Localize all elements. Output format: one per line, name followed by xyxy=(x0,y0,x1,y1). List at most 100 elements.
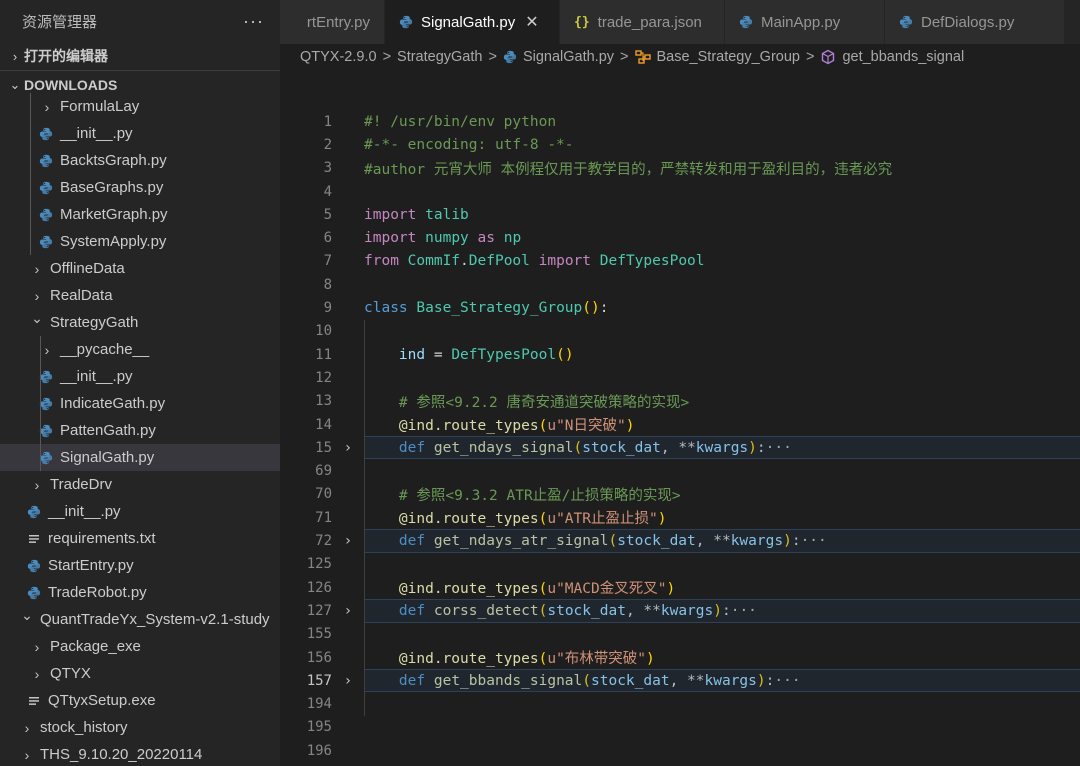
tree-folder[interactable]: › FormulaLay xyxy=(0,93,280,120)
code-line[interactable]: 6 import numpy as np xyxy=(280,227,1080,250)
code-line[interactable]: 127 › def corss_detect(stock_dat, **kwarg… xyxy=(280,599,1080,623)
code-line[interactable]: 126 @ind.route_types(u"MACD金叉死叉") xyxy=(280,576,1080,599)
breadcrumb-item[interactable]: get_bbands_signal xyxy=(842,49,964,65)
tree-item-label: __init__.py xyxy=(60,368,133,385)
fold-chevron-icon[interactable]: › xyxy=(332,673,364,689)
code-line[interactable]: 10 xyxy=(280,320,1080,343)
code-line[interactable]: 11 ind = DefTypesPool() xyxy=(280,343,1080,366)
code-line[interactable]: 2 #-*- encoding: utf-8 -*- xyxy=(280,133,1080,156)
code-line[interactable]: 14 @ind.route_types(u"N日突破") xyxy=(280,413,1080,436)
code-token: ) xyxy=(783,533,792,550)
line-number: 13 xyxy=(315,393,332,410)
tree-folder[interactable]: › OfflineData xyxy=(0,255,280,282)
breadcrumb-item[interactable]: QTYX-2.9.0 xyxy=(300,49,377,65)
code-editor[interactable]: 1 #! /usr/bin/env python 2 #-*- encoding: u… xyxy=(280,70,1080,766)
editor-tab[interactable]: {} trade_para.json xyxy=(560,0,725,44)
code-line[interactable]: 195 xyxy=(280,716,1080,739)
code-line[interactable]: 9 class Base_Strategy_Group(): xyxy=(280,296,1080,319)
tree-file[interactable]: requirements.txt xyxy=(0,525,280,552)
code-token: # 参照<9.3.2 ATR止盈/止损策略的实现> xyxy=(398,487,681,504)
tree-folder[interactable]: › Package_exe xyxy=(0,633,280,660)
code-text: @ind.route_types(u"MACD金叉死叉") xyxy=(364,577,675,598)
editor-tab[interactable]: SignalGath.py ✕ xyxy=(385,0,560,44)
line-number: 157 xyxy=(306,672,332,689)
editor-tab[interactable]: DefDialogs.py xyxy=(885,0,1065,44)
code-token: from xyxy=(364,253,399,270)
code-line[interactable]: 157 › def get_bbands_signal(stock_dat, **… xyxy=(280,669,1080,693)
code-text: #! /usr/bin/env python xyxy=(364,114,556,130)
code-line[interactable]: 72 › def get_ndays_atr_signal(stock_dat, … xyxy=(280,529,1080,553)
code-text: # 参照<9.3.2 ATR止盈/止损策略的实现> xyxy=(364,484,681,505)
tree-file[interactable]: PattenGath.py xyxy=(0,417,280,444)
tree-folder[interactable]: › QTYX xyxy=(0,660,280,687)
tree-file[interactable]: BacktsGraph.py xyxy=(0,147,280,174)
tree-folder[interactable]: › RealData xyxy=(0,282,280,309)
tree-item-label: BaseGraphs.py xyxy=(60,179,164,196)
tree-file[interactable]: QTtyxSetup.exe xyxy=(0,687,280,714)
tree-folder[interactable]: ⌄ QuantTradeYx_System-v2.1-study xyxy=(0,606,280,633)
close-icon[interactable]: ✕ xyxy=(525,12,538,32)
code-line[interactable]: 70 # 参照<9.3.2 ATR止盈/止损策略的实现> xyxy=(280,483,1080,506)
tree-file[interactable]: __init__.py xyxy=(0,120,280,147)
code-line[interactable]: 155 xyxy=(280,623,1080,646)
code-line[interactable]: 15 › def get_ndays_signal(stock_dat, **kw… xyxy=(280,436,1080,460)
code-line[interactable]: 69 xyxy=(280,460,1080,483)
code-token: as xyxy=(477,230,495,247)
tree-file[interactable]: MarketGraph.py xyxy=(0,201,280,228)
editor-tab[interactable]: rtEntry.py xyxy=(280,0,385,44)
code-line[interactable]: 194 xyxy=(280,693,1080,716)
code-line[interactable]: 156 @ind.route_types(u"布林带突破") xyxy=(280,646,1080,669)
code-token: ) xyxy=(748,439,757,456)
code-token: class xyxy=(364,300,408,317)
fold-chevron-icon[interactable]: › xyxy=(332,533,364,549)
breadcrumb-item[interactable]: SignalGath.py xyxy=(523,49,614,65)
code-line[interactable]: 1 #! /usr/bin/env python xyxy=(280,110,1080,133)
python-file-icon xyxy=(38,180,54,196)
code-token: def xyxy=(398,533,426,550)
python-file-icon xyxy=(503,50,517,64)
line-number: 126 xyxy=(306,579,332,596)
tab-label: SignalGath.py xyxy=(421,13,516,31)
tree-folder[interactable]: › stock_history xyxy=(0,714,280,741)
code-line[interactable]: 125 xyxy=(280,553,1080,576)
code-token: , ** xyxy=(669,672,705,689)
tree-file[interactable]: SignalGath.py xyxy=(0,444,280,471)
tree-file[interactable]: TradeRobot.py xyxy=(0,579,280,606)
breadcrumb-item[interactable]: StrategyGath xyxy=(397,49,482,65)
code-line[interactable]: 12 xyxy=(280,366,1080,389)
explorer-title: 资源管理器 xyxy=(22,13,98,31)
code-line[interactable]: 5 import talib xyxy=(280,203,1080,226)
code-line[interactable]: 3 #author 元宵大师 本例程仅用于教学目的，严禁转发和用于盈利目的，违者必… xyxy=(280,157,1080,180)
more-actions-icon[interactable]: ··· xyxy=(243,11,264,32)
tree-file[interactable]: IndicateGath.py xyxy=(0,390,280,417)
code-token: , ** xyxy=(695,533,731,550)
code-text: from CommIf.DefPool import DefTypesPool xyxy=(364,253,705,269)
tree-file[interactable]: __init__.py xyxy=(0,363,280,390)
open-editors-section[interactable]: › 打开的编辑器 xyxy=(0,42,280,70)
tree-file[interactable]: BaseGraphs.py xyxy=(0,174,280,201)
code-line[interactable]: 4 xyxy=(280,180,1080,203)
tree-file[interactable]: SystemApply.py xyxy=(0,228,280,255)
tree-file[interactable]: __init__.py xyxy=(0,498,280,525)
code-token: kwargs xyxy=(704,672,757,689)
fold-chevron-icon[interactable]: › xyxy=(332,603,364,619)
tree-folder[interactable]: ⌄ StrategyGath xyxy=(0,309,280,336)
tree-item-label: StrategyGath xyxy=(50,314,139,331)
fold-chevron-icon[interactable]: › xyxy=(332,440,364,456)
code-line[interactable]: 8 xyxy=(280,273,1080,296)
tree-folder[interactable]: › __pycache__ xyxy=(0,336,280,363)
code-token: ··· xyxy=(774,672,801,689)
breadcrumb-item[interactable]: Base_Strategy_Group xyxy=(657,49,800,65)
tree-file[interactable]: StartEntry.py xyxy=(0,552,280,579)
code-line[interactable]: 13 # 参照<9.2.2 唐奇安通道突破策略的实现> xyxy=(280,390,1080,413)
editor-tab[interactable]: MainApp.py xyxy=(725,0,885,44)
code-line[interactable]: 196 xyxy=(280,739,1080,762)
chevron-right-icon: › xyxy=(34,638,40,655)
tree-folder[interactable]: › TradeDrv xyxy=(0,471,280,498)
tree-folder[interactable]: › THS_9.10.20_20220114 xyxy=(0,741,280,766)
code-line[interactable]: 7 from CommIf.DefPool import DefTypesPool xyxy=(280,250,1080,273)
code-line[interactable]: 71 @ind.route_types(u"ATR止盈止损") xyxy=(280,506,1080,529)
